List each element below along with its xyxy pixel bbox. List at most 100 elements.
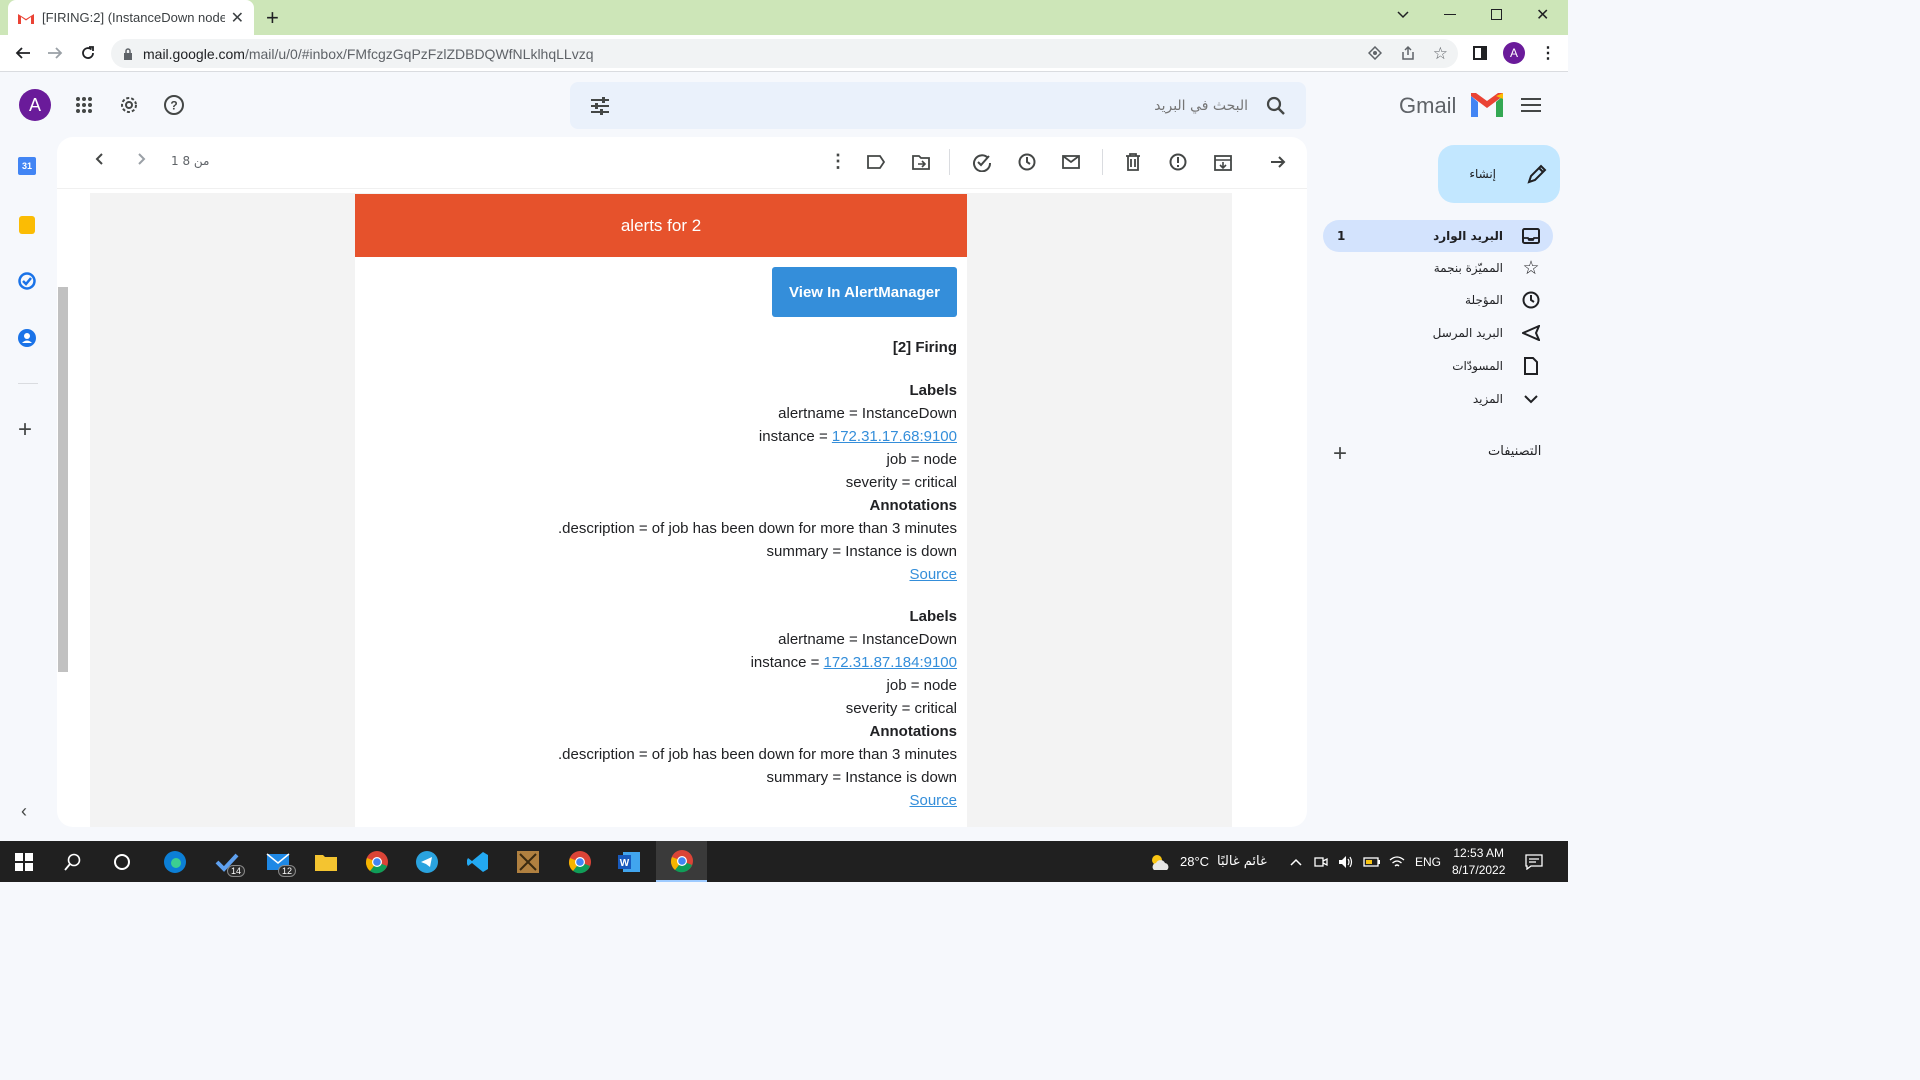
side-panel-icon[interactable]: [1473, 46, 1487, 60]
wifi-icon[interactable]: [1389, 841, 1405, 882]
nav-more[interactable]: المزيد: [1323, 383, 1553, 415]
search-input[interactable]: [748, 94, 1248, 118]
archive-icon[interactable]: [1214, 153, 1232, 171]
settings-gear-icon[interactable]: [109, 85, 149, 125]
create-label-button[interactable]: +: [1333, 440, 1347, 468]
weather-widget[interactable]: 28°C غائم غالبًا: [1148, 841, 1267, 882]
account-avatar[interactable]: A: [19, 89, 51, 121]
back-button[interactable]: [12, 42, 34, 64]
nav-snoozed[interactable]: المؤجلة: [1323, 284, 1553, 316]
show-hidden-icons-icon[interactable]: [1290, 841, 1302, 882]
todo-icon[interactable]: 14: [203, 841, 251, 882]
nav-inbox[interactable]: 1 البريد الوارد: [1323, 220, 1553, 252]
view-in-alertmanager-button[interactable]: View In AlertManager: [772, 267, 957, 317]
search-icon[interactable]: [1256, 86, 1296, 126]
telegram-icon[interactable]: [403, 841, 451, 882]
close-window-button[interactable]: ✕: [1536, 5, 1549, 25]
windows-taskbar: 14 12 W 28°C غائم غالبًا ENG 12:53 AM 8/…: [0, 841, 1568, 882]
gmail-logo-icon[interactable]: [1471, 93, 1503, 117]
contacts-icon[interactable]: [18, 329, 36, 347]
snooze-clock-icon[interactable]: [1018, 153, 1036, 171]
report-spam-icon[interactable]: [1169, 153, 1187, 171]
url-field[interactable]: mail.google.com/mail/u/0/#inbox/FMfcgzGq…: [111, 39, 1458, 68]
volume-icon[interactable]: [1338, 841, 1354, 882]
battery-icon[interactable]: [1363, 841, 1381, 882]
browser-menu-icon[interactable]: ⋮: [1540, 43, 1556, 63]
label-icon[interactable]: [867, 155, 885, 169]
keep-icon[interactable]: [19, 216, 35, 234]
delete-trash-icon[interactable]: [1125, 153, 1141, 171]
main-menu-icon[interactable]: [1511, 85, 1551, 125]
chrome-active-icon[interactable]: [656, 841, 707, 882]
instance-prefix: instance =: [750, 654, 824, 671]
tasks-icon[interactable]: [18, 272, 36, 290]
minimize-button[interactable]: [1444, 14, 1456, 15]
forward-button[interactable]: [44, 42, 66, 64]
instance-link[interactable]: 172.31.87.184:9100: [824, 654, 957, 671]
help-icon[interactable]: ?: [154, 85, 194, 125]
more-actions-icon[interactable]: ⋮: [829, 151, 847, 172]
share-icon[interactable]: [1400, 45, 1416, 61]
meet-now-icon[interactable]: [1314, 841, 1328, 882]
scrollbar-thumb[interactable]: [58, 287, 68, 672]
label-severity: severity = critical: [845, 700, 957, 717]
nav-label: البريد الوارد: [1433, 229, 1503, 243]
search-taskbar-icon[interactable]: [49, 841, 97, 882]
lock-icon: [123, 47, 133, 60]
add-addon-button[interactable]: +: [18, 416, 32, 444]
calendar-icon[interactable]: 31: [18, 157, 36, 175]
chrome-icon[interactable]: [353, 841, 401, 882]
newer-email-icon[interactable]: [93, 152, 107, 166]
search-options-icon[interactable]: [580, 86, 620, 126]
language-indicator[interactable]: ENG: [1415, 841, 1441, 882]
new-tab-button[interactable]: +: [266, 5, 279, 31]
move-to-icon[interactable]: [912, 154, 930, 170]
labels-heading: Labels: [909, 382, 957, 399]
start-windows-icon[interactable]: [0, 841, 48, 882]
add-to-tasks-icon[interactable]: [972, 152, 992, 172]
source-link[interactable]: Source: [909, 789, 957, 812]
mail-app-icon[interactable]: 12: [254, 841, 302, 882]
annotation-description: description = of job has been down for m…: [558, 746, 957, 763]
compose-button[interactable]: إنشاء: [1438, 145, 1560, 203]
nav-sent[interactable]: البريد المرسل: [1323, 317, 1553, 349]
collapse-panel-icon[interactable]: ‹: [21, 801, 27, 822]
annotation-description: description = of job has been down for m…: [558, 520, 957, 537]
bookmark-star-icon[interactable]: ☆: [1433, 44, 1448, 64]
cortana-icon[interactable]: [98, 841, 146, 882]
label-job: job = node: [886, 451, 957, 468]
app-icon[interactable]: [504, 841, 552, 882]
label-job: job = node: [886, 677, 957, 694]
tab-search-icon[interactable]: [1396, 7, 1410, 21]
file-explorer-icon[interactable]: [302, 841, 350, 882]
apps-grid-icon[interactable]: [64, 85, 104, 125]
rail-divider: [18, 383, 38, 384]
back-to-inbox-arrow-icon[interactable]: [1270, 154, 1286, 170]
reload-button[interactable]: [77, 42, 99, 64]
nav-starred[interactable]: المميّزة بنجمة ☆: [1323, 252, 1553, 284]
clock[interactable]: 12:53 AM 8/17/2022: [1452, 841, 1505, 882]
maximize-button[interactable]: [1491, 9, 1502, 20]
clock-date: 8/17/2022: [1452, 862, 1506, 877]
labels-heading: Labels: [909, 608, 957, 625]
notifications-icon[interactable]: [1525, 841, 1543, 882]
url-host: mail.google.com: [143, 45, 245, 62]
edge-icon[interactable]: [151, 841, 199, 882]
mark-unread-icon[interactable]: [1062, 155, 1080, 169]
nav-label: المسودّات: [1452, 359, 1503, 373]
browser-profile-avatar[interactable]: A: [1503, 42, 1525, 64]
chrome-profile-icon[interactable]: [556, 841, 604, 882]
source-link[interactable]: Source: [909, 563, 957, 586]
instance-link[interactable]: 172.31.17.68:9100: [832, 428, 957, 445]
pagination-text: 1 من 8: [171, 154, 210, 168]
email-body: alerts for 2 View In AlertManager [2] Fi…: [90, 193, 1232, 827]
older-email-icon[interactable]: [134, 152, 148, 166]
tracking-icon[interactable]: [1368, 46, 1382, 60]
nav-drafts[interactable]: المسودّات: [1323, 350, 1553, 382]
browser-tab[interactable]: [FIRING:2] (InstanceDown node c ✕: [8, 0, 254, 35]
clock-time: 12:53 AM: [1453, 845, 1505, 860]
close-tab-icon[interactable]: ✕: [231, 8, 244, 28]
vscode-icon[interactable]: [454, 841, 502, 882]
gmail-logo-text[interactable]: Gmail: [1399, 93, 1456, 119]
word-icon[interactable]: W: [605, 841, 653, 882]
